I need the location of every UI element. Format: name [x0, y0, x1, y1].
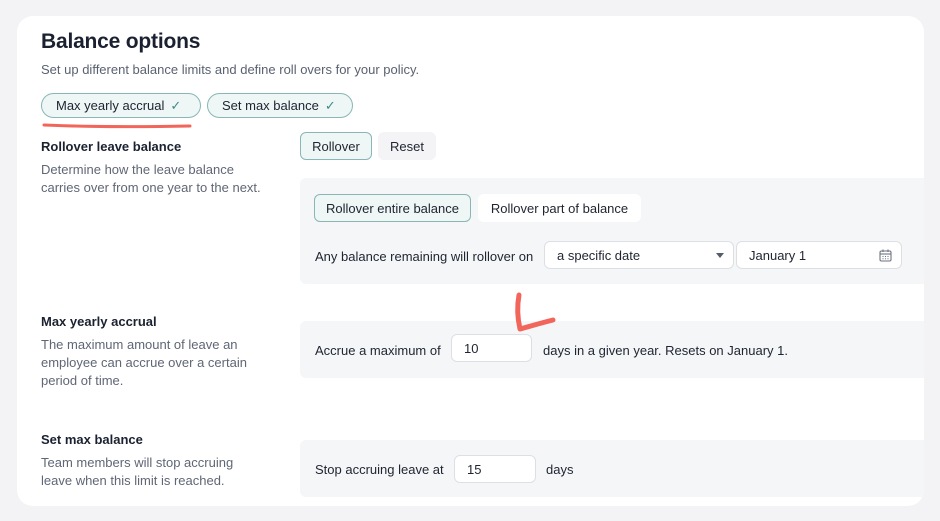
- max-balance-panel: Stop accruing leave at 15 days: [300, 440, 924, 497]
- max-yearly-accrual-chip[interactable]: Max yearly accrual ✓: [41, 93, 201, 118]
- calendar-icon: [879, 249, 892, 262]
- rollover-section-description: Determine how the leave balance carries …: [41, 162, 261, 195]
- max-accrual-suffix: days in a given year. Resets on January …: [543, 343, 788, 358]
- reset-tab[interactable]: Reset: [378, 132, 436, 160]
- rollover-tab[interactable]: Rollover: [300, 132, 372, 160]
- check-icon: ✓: [324, 97, 336, 113]
- balance-options-card: Balance options Set up different balance…: [17, 16, 924, 506]
- input-value: 15: [467, 461, 482, 477]
- rollover-date-input[interactable]: January 1: [736, 241, 902, 269]
- select-value: a specific date: [557, 247, 641, 263]
- check-icon: ✓: [170, 97, 182, 113]
- chip-label: Set max balance: [222, 98, 319, 113]
- input-value: 10: [464, 340, 479, 356]
- max-balance-section-title: Set max balance: [41, 432, 143, 447]
- max-balance-suffix: days: [546, 462, 574, 477]
- max-accrual-input[interactable]: 10: [451, 334, 532, 362]
- max-balance-section-description: Team members will stop accruing leave wh…: [41, 455, 234, 488]
- set-max-balance-chip[interactable]: Set max balance ✓: [207, 93, 353, 118]
- page-subtitle: Set up different balance limits and defi…: [41, 62, 420, 77]
- max-balance-input[interactable]: 15: [454, 455, 536, 483]
- rollover-date-type-select[interactable]: a specific date: [544, 241, 734, 269]
- rollover-date-label: Any balance remaining will rollover on: [315, 249, 534, 264]
- annotation-checkmark: [515, 292, 556, 332]
- max-accrual-prefix: Accrue a maximum of: [315, 343, 441, 358]
- annotation-underline: [42, 123, 192, 129]
- max-accrual-section-description: The maximum amount of leave an employee …: [41, 337, 247, 388]
- rollover-entire-balance-option[interactable]: Rollover entire balance: [314, 194, 471, 222]
- rollover-panel: Rollover entire balance Rollover part of…: [300, 178, 924, 284]
- chip-label: Max yearly accrual: [56, 98, 165, 113]
- date-value: January 1: [749, 247, 807, 263]
- rollover-section-title: Rollover leave balance: [41, 139, 182, 154]
- page-title: Balance options: [41, 30, 201, 53]
- rollover-part-balance-option[interactable]: Rollover part of balance: [478, 194, 641, 222]
- chevron-down-icon: [716, 253, 724, 258]
- max-accrual-panel: Accrue a maximum of 10 days in a given y…: [300, 321, 924, 378]
- max-accrual-section-title: Max yearly accrual: [41, 314, 157, 329]
- max-balance-prefix: Stop accruing leave at: [315, 462, 444, 477]
